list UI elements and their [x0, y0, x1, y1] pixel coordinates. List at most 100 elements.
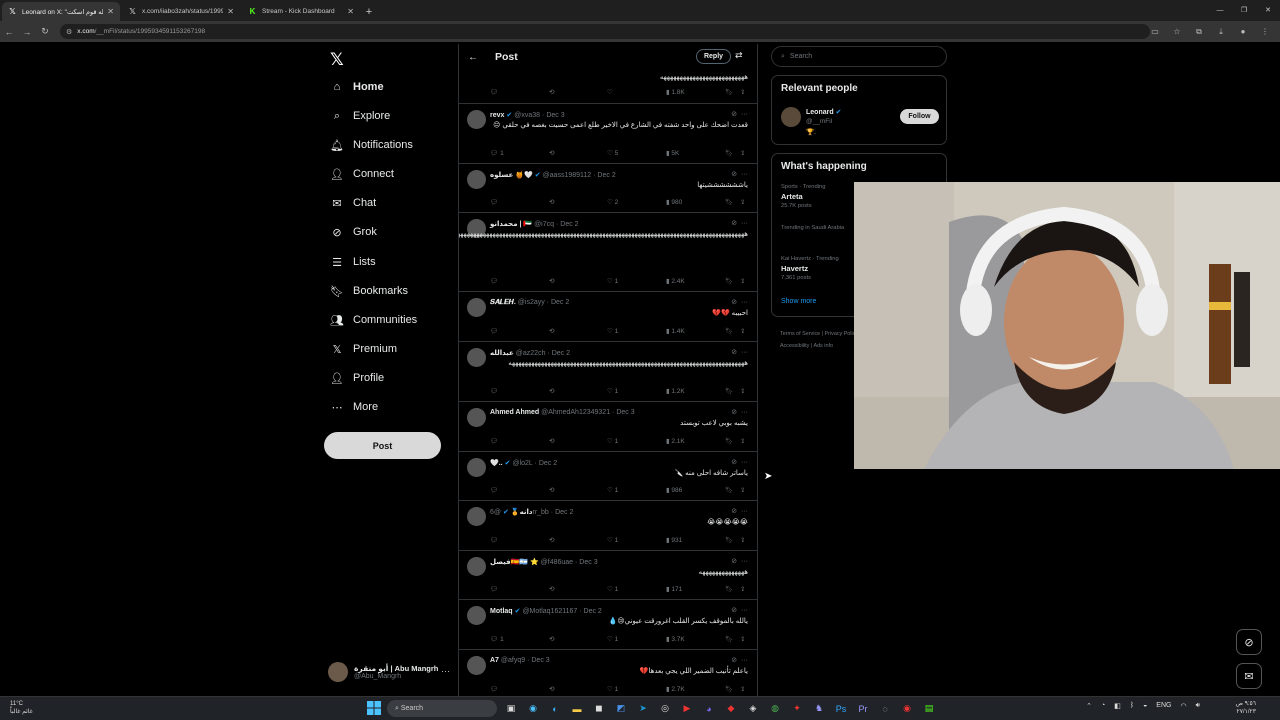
nav-profile[interactable]: 👤︎ Profile: [330, 368, 384, 388]
reply-icon[interactable]: 💬︎ 1: [490, 635, 504, 643]
tweet[interactable]: revx ✔ @xva38 · Dec 3 ⊘ ··· قعدت اضحك على وا…: [459, 104, 757, 164]
trend-item[interactable]: Trending in Saudi Arabia: [781, 225, 844, 231]
avatar[interactable]: [467, 170, 486, 189]
more-icon[interactable]: ···: [741, 111, 748, 118]
tweet[interactable]: 𝑺𝑨𝑳𝑬𝑯. @is2ayy · Dec 2 ⊘ ··· احبيبه 💔💔 💬︎ ⟲…: [459, 292, 757, 342]
reply-icon[interactable]: 💬︎: [490, 277, 498, 285]
views-icon[interactable]: ▮ 2.1K: [666, 437, 685, 445]
store-icon[interactable]: ◼: [588, 700, 610, 717]
account-switcher[interactable]: أبو منقرة | Abu Mangrh @Abu_Mangrh ···: [328, 658, 454, 686]
author-name[interactable]: 🤍..: [490, 460, 503, 467]
grok-icon[interactable]: ⊘: [731, 558, 737, 565]
nav-premium[interactable]: 𝕏 Premium: [330, 339, 397, 359]
steam-icon[interactable]: ◎: [654, 700, 676, 717]
reload-icon[interactable]: ↻: [36, 23, 54, 41]
views-icon[interactable]: ▮ 2.7K: [666, 685, 685, 693]
author-handle[interactable]: @lo2L: [512, 460, 532, 467]
grok-icon[interactable]: ⊘: [731, 349, 737, 356]
star-icon[interactable]: ☆: [1166, 23, 1188, 40]
tweet[interactable]: A7 @afyq9 · Dec 3 ⊘ ··· ياعلم تأنيب الضمير…: [459, 650, 757, 696]
edge-icon[interactable]: ◐: [544, 700, 566, 717]
forward-icon[interactable]: →: [18, 23, 36, 41]
reply-icon[interactable]: 💬︎: [490, 585, 498, 593]
maximize-icon[interactable]: ❐: [1232, 0, 1256, 20]
retweet-icon[interactable]: ⟲: [549, 635, 554, 643]
more-icon[interactable]: ···: [741, 607, 748, 614]
nav-notifications[interactable]: 🔔︎ Notifications: [330, 135, 413, 155]
tweet-date[interactable]: Dec 2: [551, 299, 569, 306]
footer-link[interactable]: Terms of Service: [780, 331, 820, 337]
more-icon[interactable]: ···: [741, 657, 748, 664]
retweet-icon[interactable]: ⟲: [549, 198, 554, 206]
telegram-icon[interactable]: ➤: [632, 700, 654, 717]
author-handle[interactable]: @is2ayy: [518, 299, 545, 306]
obs-icon[interactable]: ◌: [874, 700, 896, 717]
grok-icon[interactable]: ⊘: [731, 111, 737, 118]
tweet[interactable]: Ahmed Ahmed @AhmedAh12349321 · Dec 3 ⊘ ··…: [459, 402, 757, 452]
language-indicator[interactable]: ENG: [1156, 702, 1171, 710]
grok-icon[interactable]: ⊘: [731, 299, 737, 306]
task-view-icon[interactable]: ▣: [500, 700, 522, 717]
tweet[interactable]: 🤍.. ✔ @lo2L · Dec 2 ⊘ ··· ياساتر شافه احلى م…: [459, 452, 757, 501]
avatar[interactable]: [467, 298, 486, 317]
app-icon[interactable]: ◈: [742, 700, 764, 717]
more-icon[interactable]: ···: [741, 558, 748, 565]
grok-icon[interactable]: ⊘: [731, 607, 737, 614]
more-icon[interactable]: ···: [441, 666, 450, 676]
avatar[interactable]: [467, 656, 486, 675]
views-icon[interactable]: ▮ 1.2K: [666, 387, 685, 395]
author-name[interactable]: عسلوه 🍯🤍: [490, 172, 533, 179]
nav-communities[interactable]: 👥︎ Communities: [330, 310, 417, 330]
author-handle[interactable]: @afyq9: [501, 657, 525, 664]
like-icon[interactable]: ♡ 1: [607, 277, 618, 285]
views-icon[interactable]: ▮ 931: [666, 536, 682, 544]
footer-link[interactable]: Ads info: [813, 343, 832, 349]
minimize-icon[interactable]: —: [1208, 0, 1232, 20]
discord-icon[interactable]: ◕: [698, 700, 720, 717]
bookmark-icon[interactable]: 🔖︎: [725, 585, 733, 593]
follow-button[interactable]: Follow: [900, 109, 939, 124]
views-icon[interactable]: ▮ 5K: [666, 149, 679, 157]
views-icon[interactable]: ▮ 1.4K: [666, 327, 685, 335]
bookmark-icon[interactable]: 🔖︎: [725, 277, 733, 285]
reply-icon[interactable]: 💬︎: [490, 685, 498, 693]
reply-icon[interactable]: 💬︎: [490, 486, 498, 494]
wifi-icon[interactable]: ◠: [1180, 702, 1186, 710]
like-icon[interactable]: ♡ 5: [607, 149, 618, 157]
retweet-icon[interactable]: ⟲: [549, 387, 554, 395]
more-icon[interactable]: ···: [741, 220, 748, 227]
bookmark-icon[interactable]: 🔖︎: [725, 486, 733, 494]
weather-widget[interactable]: 11°C غائم غالباً: [10, 700, 33, 716]
tweet-date[interactable]: Dec 3: [546, 112, 564, 119]
app-icon[interactable]: ◉: [896, 700, 918, 717]
tweet-date[interactable]: Dec 3: [579, 559, 597, 566]
close-icon[interactable]: ✕: [227, 7, 234, 16]
grok-icon[interactable]: ⊘: [731, 459, 737, 466]
cast-icon[interactable]: ▭: [1144, 23, 1166, 40]
views-icon[interactable]: ▮ 980: [666, 198, 682, 206]
avatar[interactable]: [467, 458, 486, 477]
avatar[interactable]: [467, 557, 486, 576]
outlook-icon[interactable]: ◩: [610, 700, 632, 717]
folder-icon[interactable]: ▬: [566, 700, 588, 717]
tweet-date[interactable]: Dec 2: [555, 509, 573, 516]
volume-icon[interactable]: 🔊︎: [1196, 702, 1200, 710]
share-icon[interactable]: ⇪: [740, 685, 745, 693]
reply-icon[interactable]: 💬︎: [490, 88, 498, 96]
tweet-date[interactable]: Dec 2: [552, 350, 570, 357]
network-icon[interactable]: ◔: [1101, 702, 1105, 710]
like-icon[interactable]: ♡ 1: [607, 585, 618, 593]
retweet-icon[interactable]: ⟲: [549, 327, 554, 335]
close-icon[interactable]: ✕: [107, 7, 114, 16]
retweet-icon[interactable]: ⟲: [549, 437, 554, 445]
author-name[interactable]: عبدالله: [490, 350, 514, 357]
tweet[interactable]: Motlaq ✔ @Motlaq1621167 · Dec 2 ⊘ ··· يالله …: [459, 600, 757, 650]
url-field[interactable]: ⚙ x.com /__mFil/status/19959345911532671…: [60, 24, 1150, 39]
bluetooth-icon[interactable]: ᛒ: [1130, 702, 1134, 710]
share-icon[interactable]: ⇪: [740, 585, 745, 593]
trend-item[interactable]: Sports · Trending Arteta 25.7K posts: [781, 184, 825, 209]
site-info-icon[interactable]: ⚙: [66, 28, 72, 36]
extensions-icon[interactable]: ⧉: [1188, 23, 1210, 40]
reply-icon[interactable]: 💬︎: [490, 387, 498, 395]
author-handle[interactable]: @f486uae: [541, 559, 573, 566]
